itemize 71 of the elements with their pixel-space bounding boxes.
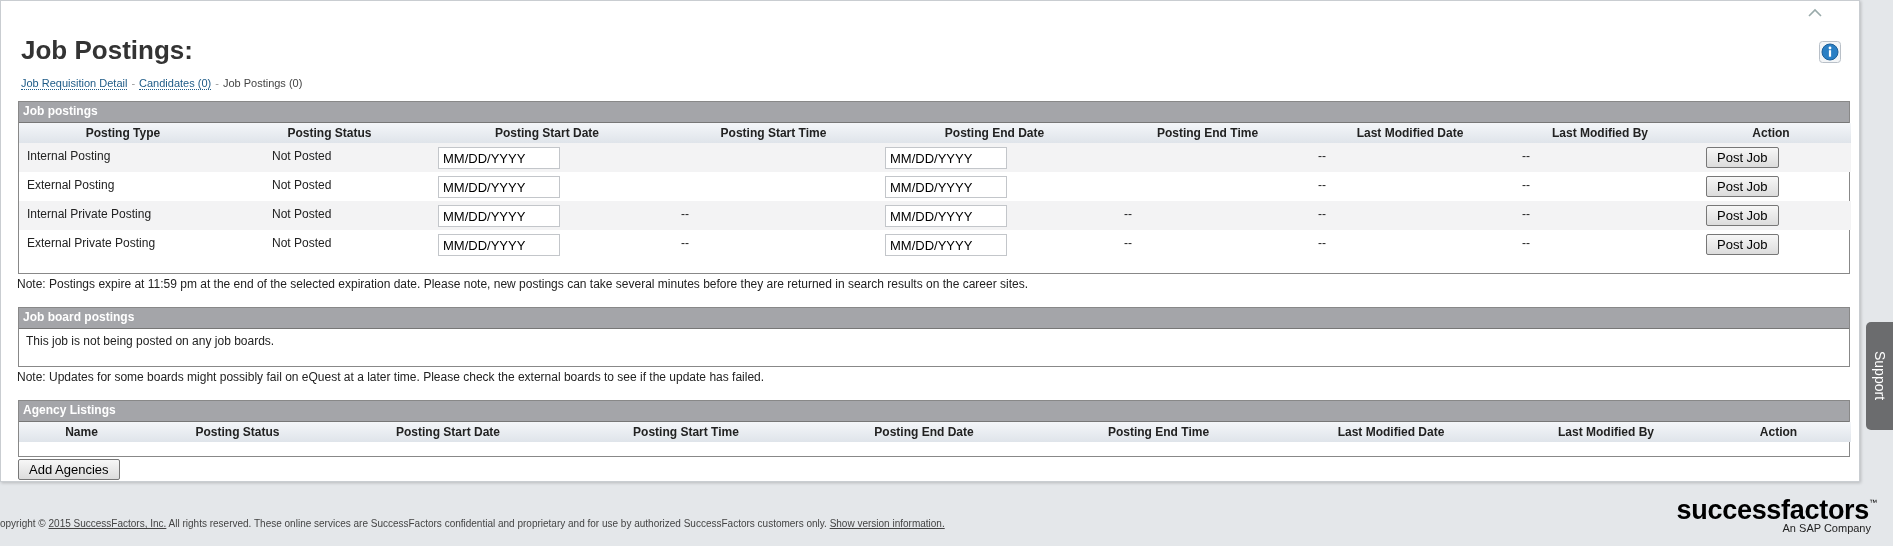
footer-link[interactable]: 2015 SuccessFactors, Inc. xyxy=(48,518,167,529)
table-cell-text: Not Posted xyxy=(272,235,332,250)
table-cell-text: External Private Posting xyxy=(27,235,156,250)
note-text: Note: Postings expire at 11:59 pm at the end of the selected expiration date. Please note, new postings can take several minutes before they are returned in search results on the career sites. xyxy=(17,276,1030,291)
date-field[interactable]: MM/DD/YYYY xyxy=(885,205,1007,227)
footer-link[interactable]: Show version information. xyxy=(829,518,945,529)
column-header: Last Modified Date xyxy=(1276,422,1506,442)
column-header: Action xyxy=(1706,422,1851,442)
logo-tagline: An SAP Company xyxy=(1782,522,1871,534)
date-field[interactable]: MM/DD/YYYY xyxy=(885,234,1007,256)
table-cell-text: Internal Posting xyxy=(27,148,111,163)
column-header: Posting End Time xyxy=(1041,422,1276,442)
page-title: Job Postings: xyxy=(21,34,193,66)
column-header: Last Modified By xyxy=(1506,422,1706,442)
breadcrumb-separator: - xyxy=(215,77,219,89)
post-job-button[interactable]: Post Job xyxy=(1706,147,1779,168)
add-agencies-button[interactable]: Add Agencies xyxy=(18,459,120,480)
table-cell-text: Internal Private Posting xyxy=(27,206,152,221)
empty-message: This job is not being posted on any job boards. xyxy=(25,333,276,350)
table-cell-text: -- xyxy=(1522,148,1530,163)
trademark-sign: ™ xyxy=(1869,498,1877,507)
table-cell-text: -- xyxy=(1318,235,1326,250)
section-header: Job board postings xyxy=(19,308,1849,329)
support-tab[interactable]: Support xyxy=(1866,322,1893,430)
table-cell-text: -- xyxy=(681,206,689,221)
date-field[interactable]: MM/DD/YYYY xyxy=(438,176,560,198)
date-field[interactable]: MM/DD/YYYY xyxy=(438,234,560,256)
column-header: Posting End Date xyxy=(807,422,1041,442)
column-header: Posting End Date xyxy=(885,123,1104,143)
column-header: Posting Type xyxy=(19,123,227,143)
table-cell-text: -- xyxy=(1124,235,1132,250)
column-header: Posting Status xyxy=(227,123,432,143)
breadcrumb-separator: - xyxy=(131,77,136,89)
section-header: Job postings xyxy=(19,102,1849,123)
column-header: Posting Start Time xyxy=(565,422,807,442)
table-cell-text: -- xyxy=(681,235,689,250)
post-job-button[interactable]: Post Job xyxy=(1706,176,1779,197)
logo-wordmark: successfactors xyxy=(1676,498,1869,522)
column-header: Action xyxy=(1691,123,1851,143)
post-job-button[interactable]: Post Job xyxy=(1706,205,1779,226)
column-header: Name xyxy=(19,422,144,442)
date-field[interactable]: MM/DD/YYYY xyxy=(885,176,1007,198)
table-cell-text: External Posting xyxy=(27,177,115,192)
copyright-text: opyright © 2015 SuccessFactors, Inc. All rights reserved. These online services are SuccessFactors confidential and proprietary and for use by authorized SuccessFactors customers only. Show version information. xyxy=(0,518,945,529)
column-header: Posting Start Date xyxy=(331,422,565,442)
table-cell-text: Not Posted xyxy=(272,148,332,163)
column-header: Posting Start Date xyxy=(432,123,662,143)
date-field[interactable]: MM/DD/YYYY xyxy=(885,147,1007,169)
post-job-button[interactable]: Post Job xyxy=(1706,234,1779,255)
table-cell-text: -- xyxy=(1124,206,1132,221)
breadcrumb-current: Job Postings (0) xyxy=(222,77,303,89)
table-cell-text: -- xyxy=(1522,235,1530,250)
table-cell-text: -- xyxy=(1318,206,1326,221)
table-cell-text: Not Posted xyxy=(272,206,332,221)
date-field[interactable]: MM/DD/YYYY xyxy=(438,205,560,227)
column-header: Last Modified By xyxy=(1509,123,1691,143)
table-cell-text: -- xyxy=(1318,148,1326,163)
table-cell-text: -- xyxy=(1318,177,1326,192)
breadcrumb-link[interactable]: Candidates (0) xyxy=(139,77,212,90)
table-cell-text: -- xyxy=(1522,177,1530,192)
section-header: Agency Listings xyxy=(19,401,1849,422)
column-header: Posting Status xyxy=(144,422,331,442)
breadcrumb-link[interactable]: Job Requisition Detail xyxy=(21,77,128,90)
table-cell-text: -- xyxy=(1522,206,1530,221)
info-icon[interactable] xyxy=(1819,41,1841,63)
table-cell-text: Not Posted xyxy=(272,177,332,192)
date-field[interactable]: MM/DD/YYYY xyxy=(438,147,560,169)
column-header: Posting Start Time xyxy=(662,123,885,143)
note-text: Note: Updates for some boards might possibly fail on eQuest at a later time. Please check the external boards to see if the update has failed. xyxy=(17,369,766,384)
column-header: Last Modified Date xyxy=(1311,123,1509,143)
column-header: Posting End Time xyxy=(1104,123,1311,143)
